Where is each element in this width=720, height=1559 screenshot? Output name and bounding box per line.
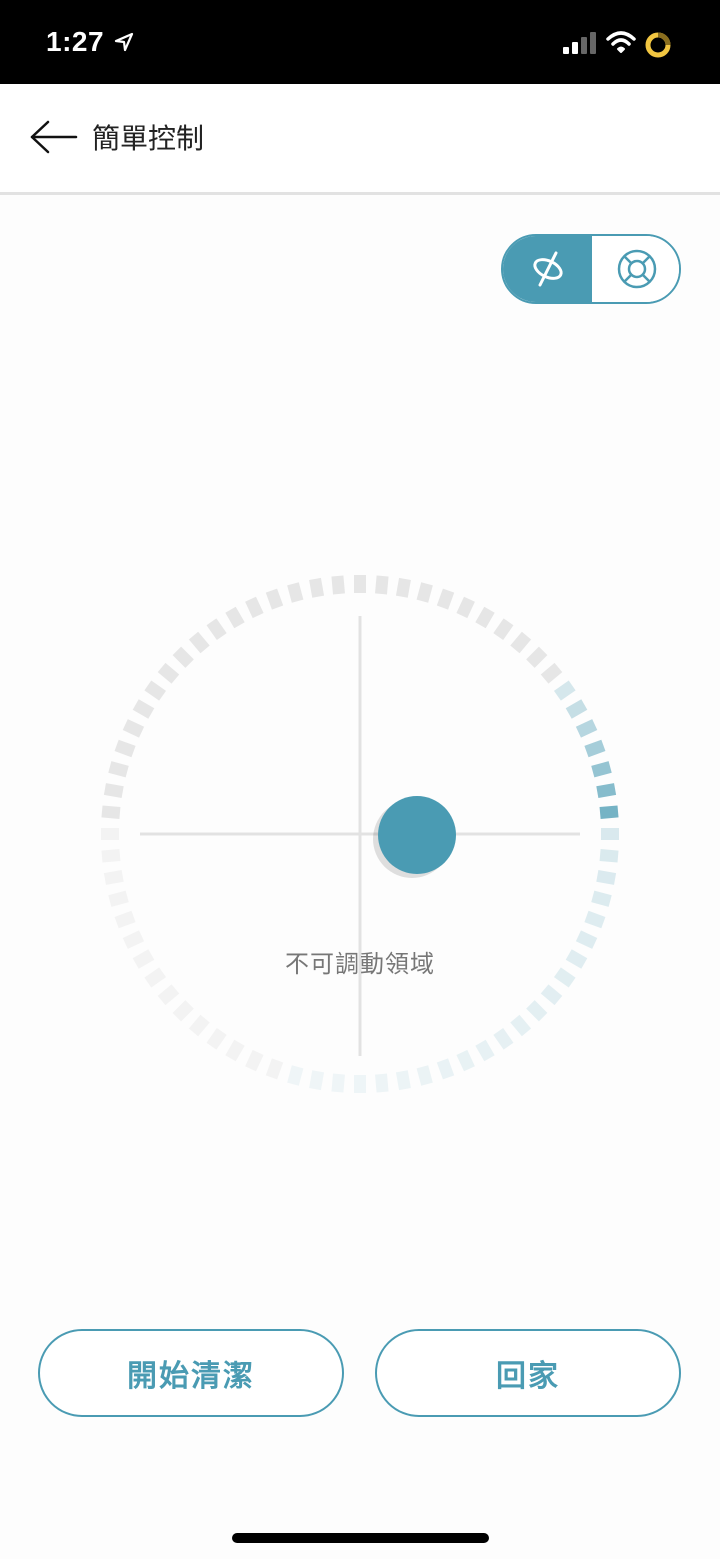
ring-segment [108, 890, 129, 907]
ring-segment [475, 1039, 495, 1062]
zone-label: 不可調動領域 [285, 950, 435, 978]
ring-segment [493, 618, 514, 641]
ring-segment [101, 849, 121, 863]
wifi-icon [606, 31, 636, 53]
location-arrow-icon [114, 32, 134, 52]
ring-segment [540, 984, 563, 1006]
ring-segment [265, 588, 284, 610]
ring-segment [225, 1039, 245, 1062]
ring-segment [596, 783, 617, 799]
ring-segment [540, 662, 563, 684]
ring-segment [157, 984, 180, 1006]
ring-segment [575, 719, 598, 738]
ring-segment [287, 582, 304, 603]
ring-segment [510, 1014, 532, 1037]
ring-segment [493, 1027, 514, 1050]
ring-segment [245, 1049, 264, 1072]
ring-segment [475, 606, 495, 629]
activity-ring-icon [645, 32, 671, 58]
joystick-dial [101, 575, 619, 1093]
ring-segment [584, 910, 606, 929]
cellular-signal-icon [563, 32, 596, 54]
ring-segment [526, 1000, 548, 1022]
ring-segment [354, 575, 366, 593]
ring-segment [395, 577, 411, 598]
ring-segment [188, 631, 210, 654]
ring-segment [122, 719, 145, 738]
ring-segment [144, 680, 167, 701]
ring-segment [456, 1049, 475, 1072]
ring-segment [172, 646, 194, 668]
ring-segment [108, 761, 129, 778]
ring-segment [526, 646, 548, 668]
ring-segment [245, 596, 264, 619]
ring-segment [599, 849, 619, 863]
ring-segment [206, 618, 227, 641]
ring-segment [596, 869, 617, 885]
ring-segment [436, 1058, 455, 1080]
mode-option-lifebuoy[interactable] [592, 236, 679, 302]
ring-segment [591, 890, 612, 907]
lifebuoy-icon [617, 249, 656, 289]
ring-segment [172, 1000, 194, 1022]
ring-segment [510, 631, 532, 654]
ring-segment [584, 739, 606, 758]
ring-segment [331, 1073, 345, 1093]
ring-segment [553, 680, 576, 701]
mode-option-fan-off[interactable] [503, 236, 592, 302]
ring-segment [114, 910, 136, 929]
ring-segment [265, 1058, 284, 1080]
ring-segment [188, 1014, 210, 1037]
fan-off-icon [532, 251, 563, 287]
ring-segment [591, 761, 612, 778]
status-time: 1:27 [46, 26, 105, 57]
joystick-control[interactable]: 不可調動領域 [90, 566, 630, 1106]
start-clean-button[interactable]: 開始清潔 [38, 1329, 344, 1417]
ring-segment [456, 596, 475, 619]
ring-segment [309, 577, 325, 598]
ring-segment [416, 1065, 433, 1086]
ring-segment [103, 869, 124, 885]
ring-segment [395, 1070, 411, 1091]
ring-segment [601, 828, 619, 840]
joystick-knob[interactable] [378, 796, 456, 874]
ring-segment [157, 662, 180, 684]
ring-segment [565, 699, 588, 719]
ring-segment [375, 1073, 389, 1093]
ring-segment [225, 606, 245, 629]
ring-segment [114, 739, 136, 758]
app-header: 簡單控制 [0, 84, 720, 195]
go-home-button[interactable]: 回家 [375, 1329, 681, 1417]
mode-toggle [501, 234, 681, 304]
ring-segment [599, 805, 619, 819]
ring-segment [103, 783, 124, 799]
ring-segment [416, 582, 433, 603]
arrow-left-icon[interactable] [28, 119, 78, 155]
ring-segment [206, 1027, 227, 1050]
ring-segment [287, 1065, 304, 1086]
ring-segment [354, 1075, 366, 1093]
ring-segment [436, 588, 455, 610]
ring-segment [101, 828, 119, 840]
home-indicator [232, 1533, 489, 1543]
ring-segment [375, 575, 389, 595]
status-bar: 1:27 [0, 0, 720, 84]
ring-segment [132, 699, 155, 719]
ring-segment [331, 575, 345, 595]
ring-segment [101, 805, 121, 819]
ring-segment [309, 1070, 325, 1091]
page-title: 簡單控制 [92, 122, 205, 155]
